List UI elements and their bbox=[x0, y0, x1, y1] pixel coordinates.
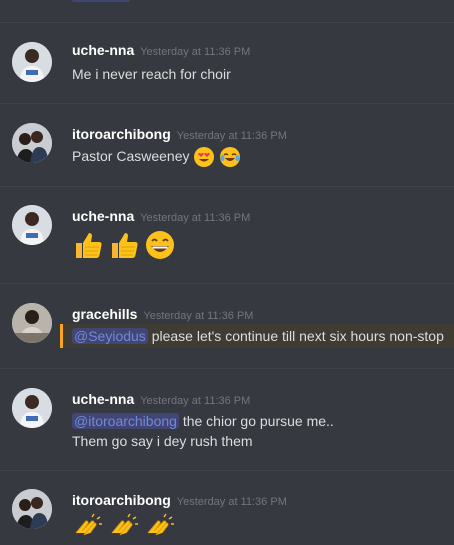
message-divider bbox=[0, 22, 454, 23]
timestamp: Yesterday at 11:36 PM bbox=[143, 310, 254, 322]
mention-fragment bbox=[72, 0, 130, 2]
thumbs-up-emoji bbox=[72, 229, 104, 261]
message-header: itoroarchibong Yesterday at 11:36 PM bbox=[72, 492, 287, 510]
message-divider bbox=[0, 103, 454, 104]
message-text: Me i never reach for choir bbox=[72, 66, 231, 82]
timestamp: Yesterday at 11:36 PM bbox=[176, 496, 287, 508]
message-header: uche-nna Yesterday at 11:36 PM bbox=[72, 391, 250, 409]
heart-eyes-emoji bbox=[193, 146, 215, 168]
message-divider bbox=[0, 368, 454, 369]
message-divider bbox=[0, 470, 454, 471]
timestamp: Yesterday at 11:36 PM bbox=[140, 395, 251, 407]
username[interactable]: gracehills bbox=[72, 306, 137, 322]
message-divider bbox=[0, 186, 454, 187]
message-content: Pastor Casweeney bbox=[72, 145, 241, 168]
timestamp: Yesterday at 11:36 PM bbox=[176, 130, 287, 142]
message-header: uche-nna Yesterday at 11:36 PM bbox=[72, 42, 250, 60]
clap-emoji bbox=[72, 513, 104, 545]
message-content bbox=[72, 229, 176, 261]
thumbs-up-emoji bbox=[108, 229, 140, 261]
avatar[interactable] bbox=[12, 42, 52, 82]
message-text: the chior go pursue me.. bbox=[182, 413, 334, 429]
message-text-line2: Them go say i dey rush them bbox=[72, 433, 253, 449]
clap-emoji bbox=[108, 513, 140, 545]
user-mention[interactable]: @Seyiodus bbox=[72, 328, 148, 344]
message-content: @Seyiodus please let's continue till nex… bbox=[72, 325, 444, 347]
avatar[interactable] bbox=[12, 205, 52, 245]
username[interactable]: uche-nna bbox=[72, 391, 134, 407]
avatar[interactable] bbox=[12, 489, 52, 529]
timestamp: Yesterday at 11:36 PM bbox=[140, 212, 251, 224]
username[interactable]: itoroarchibong bbox=[72, 492, 171, 508]
message-feed: uche-nna Yesterday at 11:36 PM Me i never… bbox=[0, 0, 454, 536]
message-header: gracehills Yesterday at 11:36 PM bbox=[72, 306, 253, 324]
message-content: @itoroarchibong the chior go pursue me.. bbox=[72, 410, 334, 432]
message-text: please let's continue till next six hour… bbox=[151, 328, 444, 344]
avatar[interactable] bbox=[12, 388, 52, 428]
message-content bbox=[72, 513, 176, 545]
avatar[interactable] bbox=[12, 123, 52, 163]
username[interactable]: uche-nna bbox=[72, 208, 134, 224]
message-divider bbox=[0, 283, 454, 284]
message-header: itoroarchibong Yesterday at 11:36 PM bbox=[72, 126, 287, 144]
username[interactable]: uche-nna bbox=[72, 42, 134, 58]
user-mention[interactable]: @itoroarchibong bbox=[72, 413, 179, 429]
grinning-emoji bbox=[144, 229, 176, 261]
avatar[interactable] bbox=[12, 303, 52, 343]
joy-emoji bbox=[219, 146, 241, 168]
clap-emoji bbox=[144, 513, 176, 545]
message-text: Pastor Casweeney bbox=[72, 148, 190, 164]
timestamp: Yesterday at 11:36 PM bbox=[140, 46, 251, 58]
message-header: uche-nna Yesterday at 11:36 PM bbox=[72, 208, 250, 226]
username[interactable]: itoroarchibong bbox=[72, 126, 171, 142]
